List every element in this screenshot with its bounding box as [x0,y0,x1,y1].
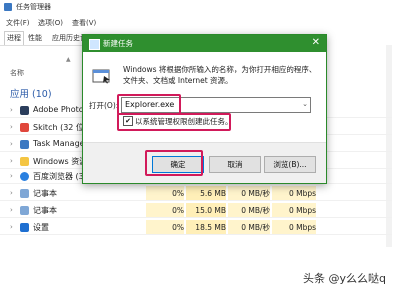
settings-gear-icon [20,223,29,232]
task-manager-title: 任务管理器 [16,3,51,11]
group-apps-label: 应用 (10) [10,89,52,100]
network-cell: 0 Mbps [272,203,316,218]
dialog-footer: 确定 取消 浏览(B)... [83,142,326,183]
network-cell: 0 Mbps [272,220,316,235]
process-name: Adobe Photos [33,105,88,114]
expand-arrow-icon[interactable]: › [10,123,13,131]
close-icon[interactable]: ✕ [312,37,320,49]
process-row[interactable]: › 记事本 0% 5.6 MB 0 MB/秒 0 Mbps [0,186,392,201]
menu-options[interactable]: 选项(O) [38,18,63,28]
highlight-admin-checkbox [117,113,231,131]
highlight-ok-button [145,150,203,176]
tab-performance[interactable]: 性能 [28,33,42,43]
column-header-name[interactable]: 名称 [10,68,24,78]
menu-file[interactable]: 文件(F) [6,18,30,28]
process-name: Windows 资源 [33,157,88,166]
open-label: 打开(O): [89,101,119,110]
expand-arrow-icon[interactable]: › [10,106,13,114]
process-row[interactable]: › 记事本 0% 15.0 MB 0 MB/秒 0 Mbps [0,203,392,218]
cpu-cell: 0% [146,203,184,218]
process-row[interactable]: › 设置 0% 18.5 MB 0 MB/秒 0 Mbps [0,220,392,235]
dialog-title: 新建任务 [103,39,133,48]
process-name: Task Manager [33,139,88,148]
process-name: 百度浏览器 (3 [33,172,84,181]
run-program-icon [92,69,110,84]
task-manager-icon [4,3,12,11]
row-divider [0,200,392,201]
cpu-cell: 0% [146,186,184,201]
dialog-titlebar[interactable]: 新建任务 ✕ [83,35,326,52]
folder-icon [20,157,29,166]
watermark-text: 头条 @y么么哒q [303,272,386,285]
browse-button[interactable]: 浏览(B)... [264,156,316,173]
dialog-window-icon [89,39,100,50]
expand-arrow-icon[interactable]: › [10,206,13,214]
process-name: 记事本 [33,206,57,215]
row-divider [0,234,392,235]
memory-cell: 5.6 MB [186,186,226,201]
skitch-app-icon [20,123,29,132]
expand-arrow-icon[interactable]: › [10,140,13,148]
expand-arrow-icon[interactable]: › [10,189,13,197]
tab-processes[interactable]: 进程 [4,31,24,45]
cancel-button[interactable]: 取消 [209,156,261,173]
memory-cell: 15.0 MB [186,203,226,218]
notepad-icon [20,206,29,215]
row-divider [0,217,392,218]
menu-view[interactable]: 查看(V) [72,18,96,28]
chevron-up-icon[interactable]: ▲ [66,56,71,63]
dialog-description: Windows 将根据你所输入的名称，为你打开相应的程序、文件夹、文档或 Int… [123,65,317,85]
task-manager-titlebar: 任务管理器 [0,0,392,14]
process-name: 设置 [33,223,49,232]
cpu-cell: 0% [146,220,184,235]
notepad-icon [20,189,29,198]
chevron-down-icon[interactable]: ⌄ [302,100,308,108]
baidu-browser-icon [20,172,29,181]
expand-arrow-icon[interactable]: › [10,157,13,165]
photoshop-app-icon [20,106,29,115]
memory-cell: 18.5 MB [186,220,226,235]
process-name: 记事本 [33,189,57,198]
disk-cell: 0 MB/秒 [228,186,270,201]
highlight-open-value [117,94,181,115]
disk-cell: 0 MB/秒 [228,220,270,235]
menu-bar: 文件(F) 选项(O) 查看(V) [0,16,392,30]
process-name: Skitch (32 位) [33,123,88,132]
expand-arrow-icon[interactable]: › [10,172,13,180]
disk-cell: 0 MB/秒 [228,203,270,218]
network-cell: 0 Mbps [272,186,316,201]
expand-arrow-icon[interactable]: › [10,223,13,231]
task-manager-app-icon [20,140,29,149]
